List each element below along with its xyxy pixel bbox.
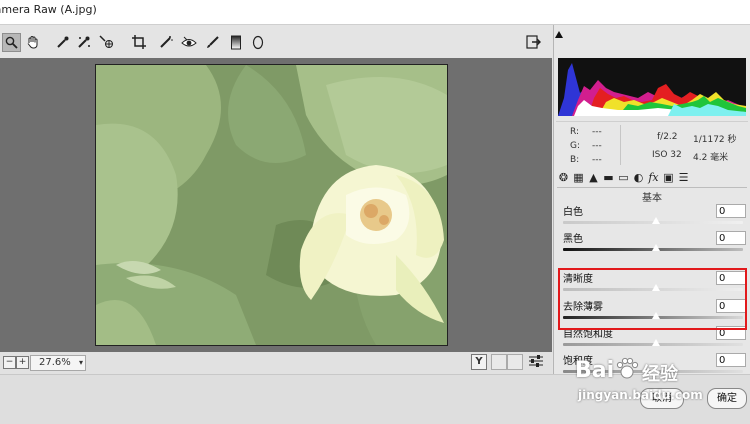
zoom-out-button[interactable]: − (3, 356, 16, 369)
slider-label: 白色 (563, 207, 583, 218)
watermark-brand: Bai (575, 358, 615, 383)
adjustment-brush-icon[interactable] (205, 34, 221, 50)
detail-tab-icon[interactable]: ▲ (587, 171, 600, 184)
camera-calibration-tab-icon[interactable]: ▣ (662, 171, 675, 184)
slider-value-input[interactable]: 0 (716, 231, 746, 245)
slider-thumb[interactable] (652, 244, 660, 251)
slider-value-input[interactable]: 0 (716, 353, 746, 367)
radial-filter-icon[interactable] (250, 34, 266, 50)
before-after-button[interactable]: Y (471, 354, 487, 370)
hand-tool-icon[interactable] (25, 34, 41, 50)
paw-logo-icon (614, 356, 640, 387)
slider-value-input[interactable]: 0 (716, 204, 746, 218)
shutter-value: 1/1172 秒 (693, 135, 737, 145)
watermark-cn: 经验 (642, 364, 678, 385)
title-bar: Camera Raw (A.jpg) (0, 0, 750, 25)
histogram (558, 58, 746, 116)
window-title: Camera Raw (A.jpg) (0, 3, 97, 16)
export-icon[interactable] (525, 34, 541, 50)
slider-thumb[interactable] (652, 339, 660, 346)
watermark-url: jingyan.baidu.com (578, 388, 703, 402)
r-label: R: (570, 127, 580, 137)
g-value: --- (592, 141, 602, 151)
b-value: --- (592, 155, 602, 165)
color-sampler-icon[interactable] (76, 34, 92, 50)
highlight-box (558, 268, 747, 330)
photo-preview[interactable] (95, 64, 448, 346)
split-toning-tab-icon[interactable]: ▭ (617, 171, 630, 184)
workflow-settings-icon[interactable] (528, 353, 544, 369)
section-title-basic: 基本 (642, 193, 662, 204)
basic-tab-icon[interactable]: ❂ (557, 171, 570, 184)
white-balance-eyedropper-icon[interactable] (55, 34, 71, 50)
swap-before-after-icon[interactable] (491, 354, 507, 370)
red-eye-icon[interactable] (181, 34, 197, 50)
zoom-tool-icon[interactable] (2, 33, 21, 52)
focal-length-value: 4.2 毫米 (693, 153, 729, 163)
info-divider (620, 125, 621, 165)
spot-removal-icon[interactable] (158, 34, 174, 50)
r-value: --- (592, 127, 602, 137)
b-label: B: (570, 155, 580, 165)
crop-icon[interactable] (131, 34, 147, 50)
graduated-filter-icon[interactable] (228, 34, 244, 50)
effects-tab-icon[interactable]: fx (647, 171, 660, 184)
metadata-info: R: --- G: --- B: --- f/2.2 1/1172 秒 ISO … (556, 121, 748, 168)
chevron-down-icon: ▾ (78, 358, 83, 367)
iso-value: ISO 32 (652, 150, 682, 160)
zoom-level-select[interactable]: 27.6% ▾ (30, 355, 86, 371)
tone-curve-tab-icon[interactable]: ▦ (572, 171, 585, 184)
zoom-level-value: 27.6% (39, 357, 71, 368)
slider-label: 黑色 (563, 234, 583, 245)
ok-button[interactable]: 确定 (707, 388, 747, 409)
slider-thumb[interactable] (652, 217, 660, 224)
targeted-adjustment-icon[interactable] (98, 34, 114, 50)
g-label: G: (570, 141, 581, 151)
aperture-value: f/2.2 (657, 132, 678, 142)
zoom-in-button[interactable]: + (16, 356, 29, 369)
hsl-tab-icon[interactable]: ▬ (602, 171, 615, 184)
presets-tab-icon[interactable]: ☰ (677, 171, 690, 184)
tabs-divider (557, 187, 747, 188)
copy-settings-icon[interactable] (507, 354, 523, 370)
lens-corrections-tab-icon[interactable]: ◐ (632, 171, 645, 184)
shadow-clipping-warning-icon[interactable] (554, 30, 564, 43)
